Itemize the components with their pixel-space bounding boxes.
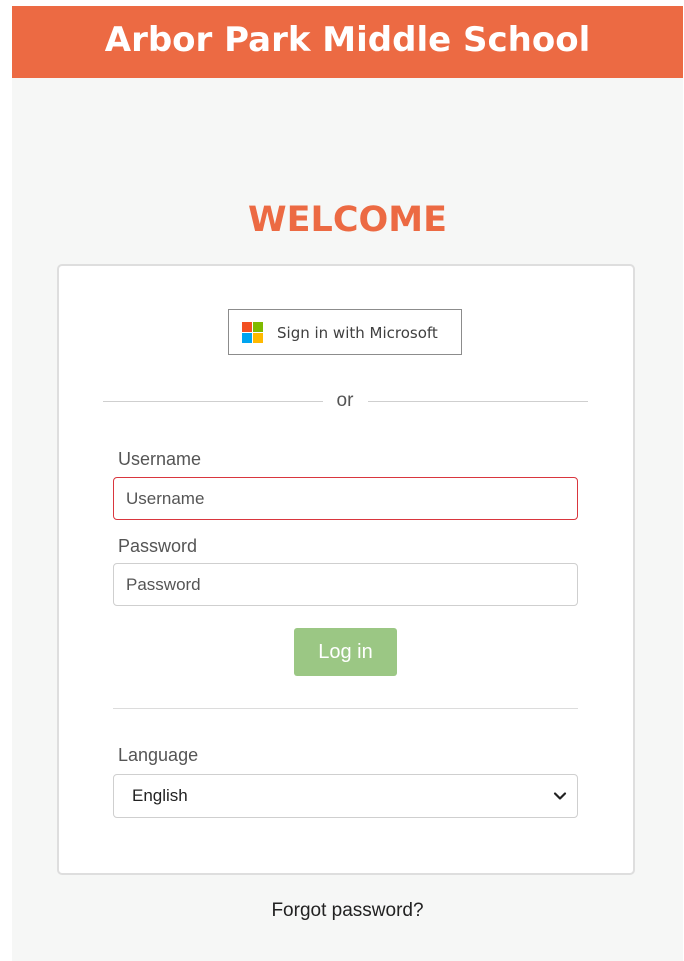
forgot-password-link[interactable]: Forgot password? xyxy=(12,899,683,923)
password-label: Password xyxy=(118,536,198,556)
section-divider xyxy=(113,708,578,709)
language-select[interactable]: English xyxy=(113,774,578,818)
login-page: Arbor Park Middle School WELCOME Sign in… xyxy=(12,6,683,961)
microsoft-logo-icon xyxy=(242,322,263,343)
password-input[interactable] xyxy=(113,563,578,606)
divider-line-left xyxy=(103,401,323,402)
login-card: Sign in with Microsoft or Username Passw… xyxy=(57,264,635,875)
divider-line-right xyxy=(368,401,588,402)
username-label: Username xyxy=(118,449,202,469)
log-in-button[interactable]: Log in xyxy=(294,628,397,676)
header-bar: Arbor Park Middle School xyxy=(12,6,683,78)
chevron-down-icon xyxy=(553,792,567,800)
school-name: Arbor Park Middle School xyxy=(104,20,591,60)
sign-in-with-microsoft-button[interactable]: Sign in with Microsoft xyxy=(228,309,462,355)
username-input[interactable] xyxy=(113,477,578,520)
language-selected-value: English xyxy=(132,786,188,805)
welcome-title: WELCOME xyxy=(248,200,447,240)
microsoft-button-label: Sign in with Microsoft xyxy=(277,324,438,342)
or-divider-text: or xyxy=(336,390,354,411)
language-label: Language xyxy=(118,745,199,765)
